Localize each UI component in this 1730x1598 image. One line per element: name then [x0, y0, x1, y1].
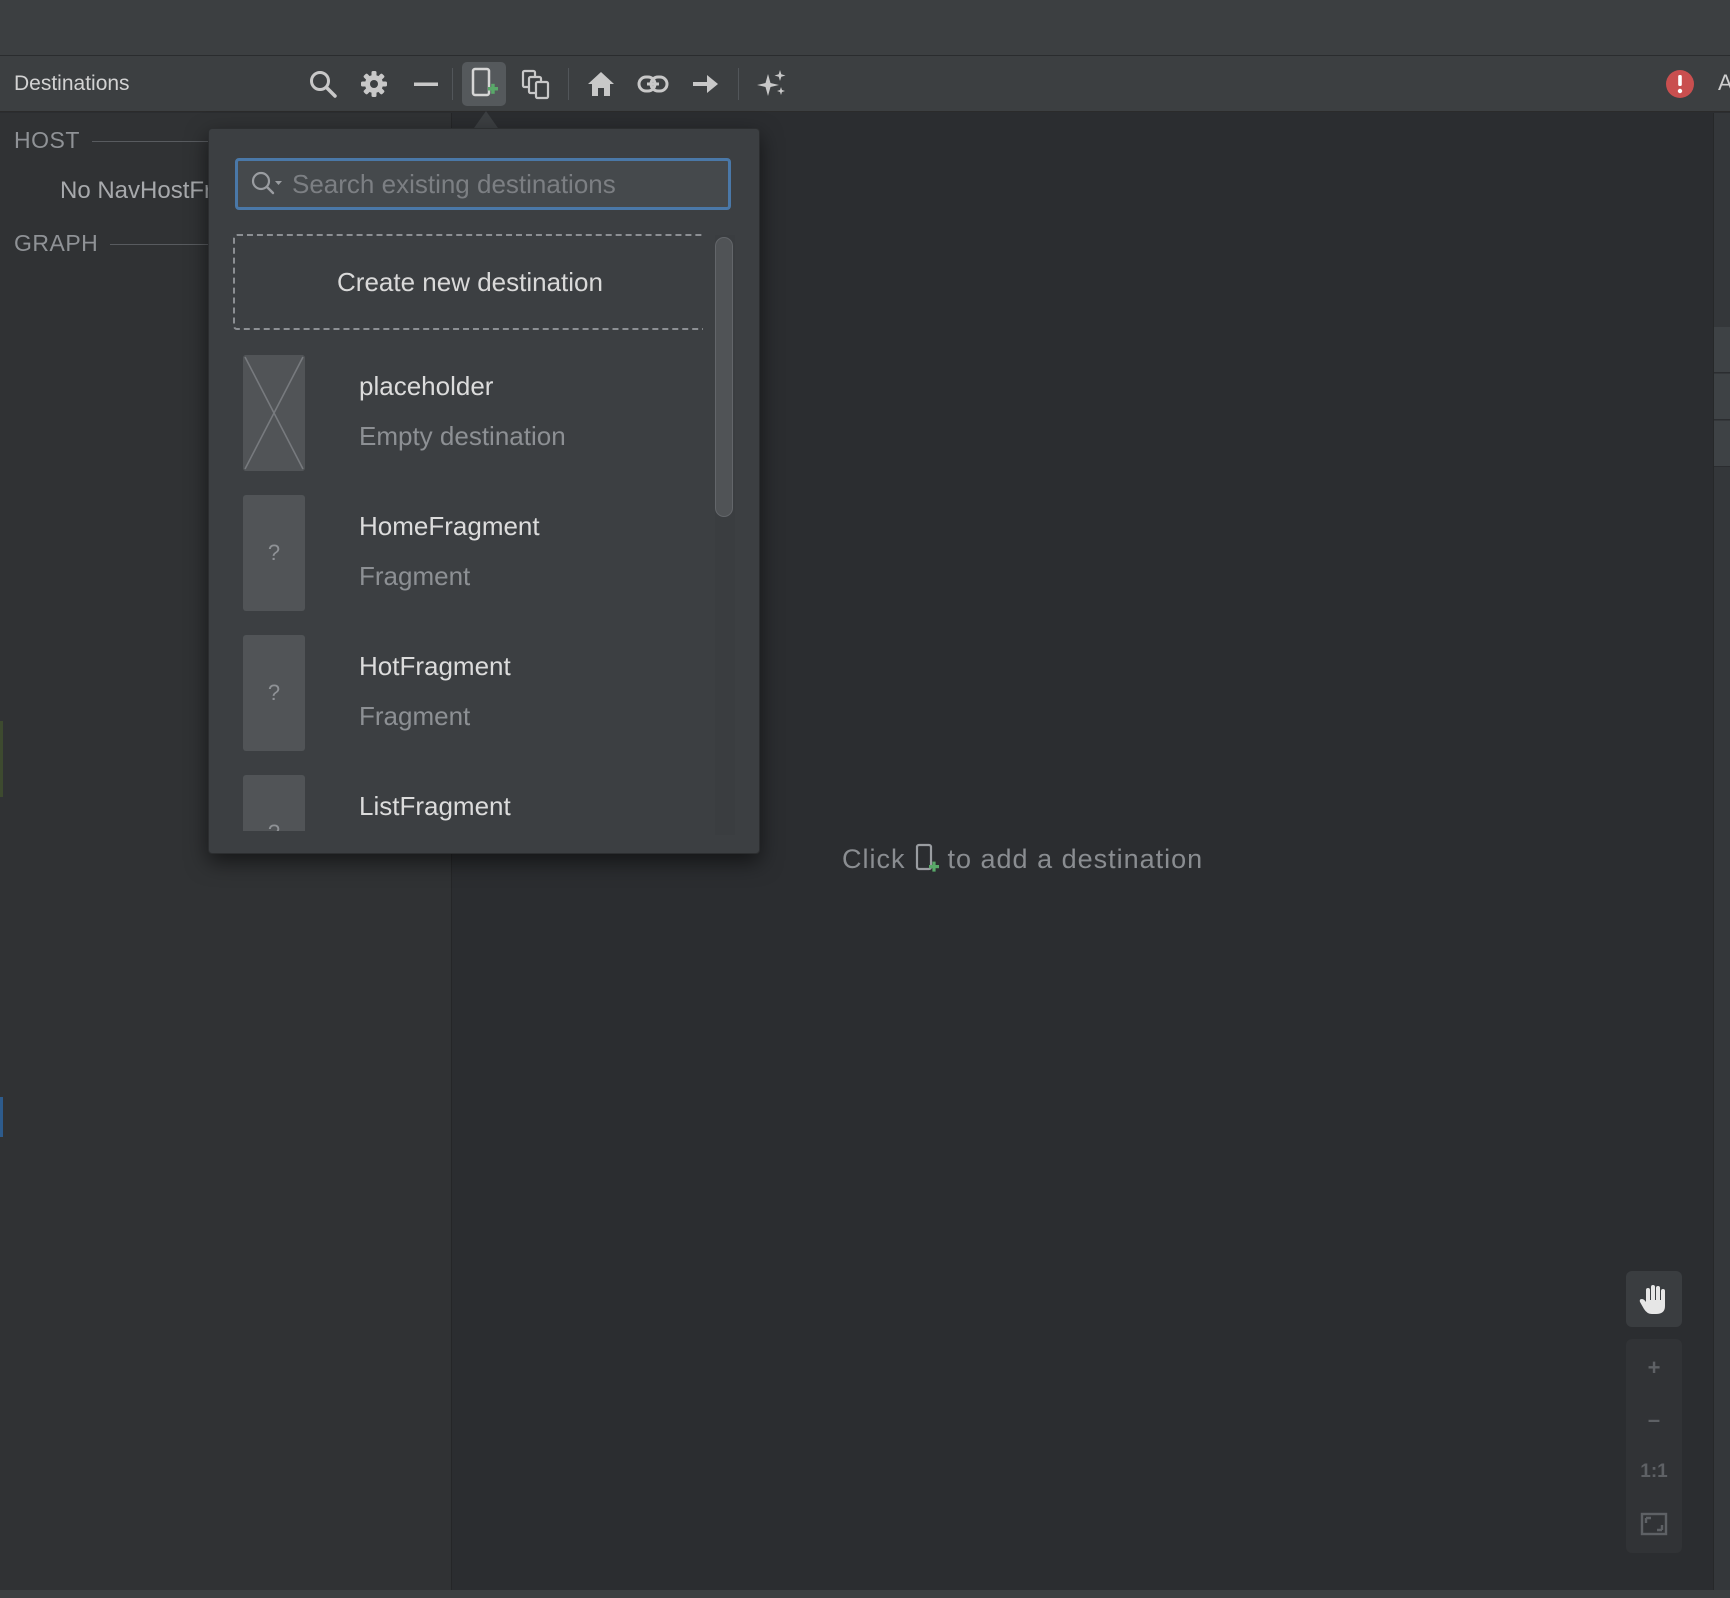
fit-screen-icon [1640, 1512, 1668, 1536]
destination-item-placeholder[interactable]: placeholder Empty destination [233, 349, 703, 473]
destination-thumbnail: ? [243, 635, 305, 751]
search-button[interactable] [301, 62, 345, 106]
sparkle-icon [757, 70, 786, 96]
error-button[interactable] [1658, 62, 1702, 106]
gear-icon [361, 71, 387, 97]
title-strip [0, 0, 1730, 56]
error-icon [1666, 70, 1694, 98]
destination-search-field[interactable] [235, 158, 731, 210]
popup-pointer [474, 111, 498, 128]
panel-gutter-marker [0, 1097, 3, 1137]
empty-placeholder-icon [243, 355, 305, 471]
search-icon [250, 169, 284, 199]
zoom-to-fit-button[interactable] [1626, 1499, 1682, 1549]
link-icon [637, 75, 669, 93]
arrow-right-icon [693, 75, 718, 93]
new-destination-popup: Create new destination placeholder Empty… [208, 128, 760, 854]
destination-name: placeholder [359, 371, 494, 401]
search-icon [310, 71, 337, 98]
host-section-divider [92, 141, 212, 142]
zoom-controls: + – 1:1 [1626, 1339, 1682, 1553]
ide-window: Destinations A HOST No NavHostFragments … [0, 0, 1730, 1598]
empty-graph-hint: Click to add a destination [842, 843, 1203, 875]
hint-text-after: to add a destination [947, 843, 1204, 874]
zoom-out-button[interactable]: – [1626, 1395, 1682, 1445]
create-new-destination-button[interactable]: Create new destination [233, 234, 703, 330]
destination-name: HomeFragment [359, 511, 540, 541]
attributes-side-strip [1713, 113, 1730, 1590]
settings-button[interactable] [352, 62, 396, 106]
destination-item-hotfragment[interactable]: ? HotFragment Fragment [233, 629, 703, 753]
minus-icon [414, 82, 438, 86]
toolbar-separator [738, 68, 739, 100]
deep-link-button[interactable] [631, 62, 675, 106]
new-destination-icon [915, 843, 939, 872]
destination-search-input[interactable] [292, 168, 722, 200]
destination-list: Create new destination placeholder Empty… [233, 231, 703, 831]
side-tab[interactable] [1714, 327, 1730, 373]
destination-type: Empty destination [359, 421, 566, 451]
toolbar-separator [568, 68, 569, 100]
new-destination-button[interactable] [462, 62, 506, 106]
destination-thumbnail: ? [243, 775, 305, 831]
hand-icon [1639, 1285, 1665, 1314]
action-button[interactable] [683, 62, 727, 106]
destination-item-listfragment[interactable]: ? ListFragment Fragment [233, 769, 703, 831]
destination-type: Fragment [359, 701, 471, 731]
destination-item-homefragment[interactable]: ? HomeFragment Fragment [233, 489, 703, 613]
start-destination-button[interactable] [579, 62, 623, 106]
status-strip [0, 1590, 1730, 1598]
destination-type: Fragment [359, 561, 471, 591]
nested-graph-icon [521, 69, 550, 100]
home-icon [588, 72, 614, 96]
panel-gutter-marker [0, 721, 3, 797]
side-tab[interactable] [1714, 374, 1730, 420]
pan-button[interactable] [1626, 1271, 1682, 1327]
collapse-button[interactable] [404, 62, 448, 106]
scrollbar-thumb[interactable] [715, 237, 733, 517]
attributes-tab-label[interactable]: A [1718, 70, 1730, 96]
graph-section-label: GRAPH [14, 230, 99, 256]
nested-graph-button[interactable] [514, 62, 558, 106]
zoom-in-button[interactable]: + [1626, 1343, 1682, 1393]
host-section-label: HOST [14, 127, 80, 153]
new-destination-icon [471, 67, 498, 97]
destination-thumbnail: ? [243, 495, 305, 611]
hint-text-before: Click [842, 843, 906, 874]
navigation-editor-toolbar: Destinations A [0, 56, 1730, 112]
destinations-panel-title: Destinations [14, 72, 130, 95]
destination-thumbnail [243, 355, 305, 471]
graph-section-divider [110, 244, 210, 245]
side-tab[interactable] [1714, 421, 1730, 467]
actual-size-button[interactable]: 1:1 [1626, 1447, 1682, 1497]
toolbar-separator [452, 68, 453, 100]
auto-arrange-button[interactable] [750, 62, 794, 106]
destination-name: ListFragment [359, 791, 511, 821]
destination-name: HotFragment [359, 651, 511, 681]
